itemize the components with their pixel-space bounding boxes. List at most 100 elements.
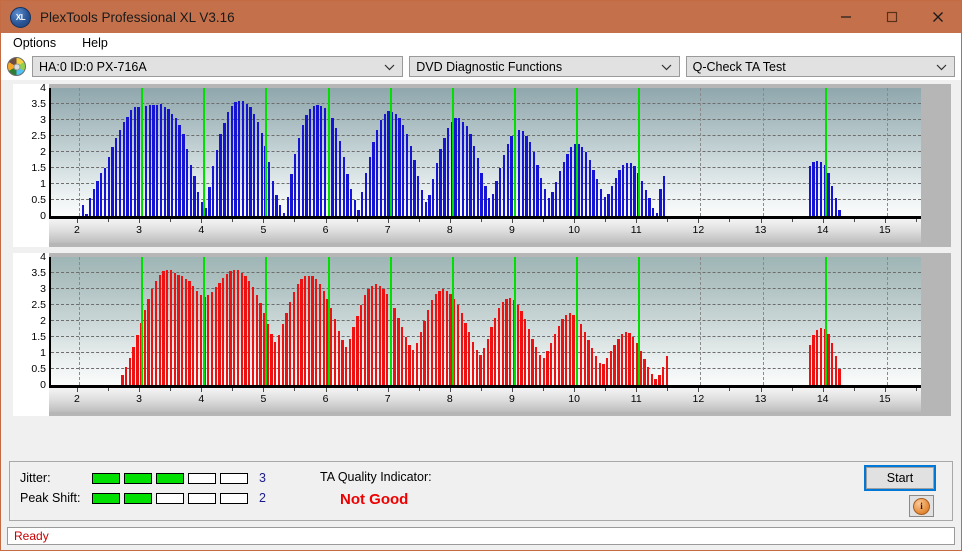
chart-bar (173, 273, 176, 385)
chart-bar (650, 373, 654, 385)
x-axis-tick-label: 9 (509, 393, 515, 405)
chart-bar (599, 188, 603, 216)
chart-bar (592, 169, 595, 216)
x-axis-tick (822, 388, 824, 392)
x-axis-tick (822, 219, 824, 223)
gridline-vertical (762, 257, 764, 385)
disc-icon (7, 57, 26, 76)
info-button[interactable]: i (909, 495, 934, 517)
chart-bar (233, 269, 236, 385)
maximize-icon[interactable] (869, 1, 915, 33)
chart-bar (256, 121, 260, 216)
chart-bar (816, 329, 819, 385)
close-icon[interactable] (915, 1, 961, 33)
y-axis-tick-label: 2.5 (31, 299, 46, 311)
chart-bar (443, 137, 446, 216)
x-axis-tick-label: 15 (878, 224, 891, 236)
chart-bar (562, 161, 565, 216)
x-axis-minor-tick (915, 388, 917, 391)
y-axis-tick-label: 2 (40, 315, 46, 327)
chart-bar (579, 324, 583, 385)
x-axis-tick (511, 219, 513, 223)
chart-bar (438, 290, 441, 385)
chart-bar (364, 172, 368, 216)
x-axis-tick-label: 11 (630, 393, 642, 405)
meter-segment (124, 492, 152, 504)
chart-bar (655, 212, 659, 216)
track-marker-line (513, 88, 516, 216)
y-axis-tick-label: 3 (40, 283, 46, 295)
meter-segment (188, 492, 216, 504)
menu-item-options[interactable]: Options (10, 35, 59, 51)
chart-bar (480, 172, 483, 216)
x-axis-tick-label: 7 (384, 224, 391, 236)
gridline-vertical (78, 257, 80, 385)
peak-shift-label: Peak Shift: (20, 491, 81, 505)
track-marker-line (203, 88, 206, 216)
chart-bar (166, 269, 169, 385)
jitter-meter: Jitter: 3 (20, 471, 266, 485)
track-marker-line (141, 257, 144, 385)
chart-bar (159, 104, 163, 216)
chart-bar (132, 346, 135, 385)
minimize-icon[interactable] (823, 1, 869, 33)
start-button[interactable]: Start (864, 465, 936, 491)
chart-bar (345, 346, 348, 385)
chevron-down-icon (384, 60, 395, 74)
chart-bar (445, 290, 448, 385)
chart-bar (471, 341, 475, 385)
x-axis-minor-tick (170, 219, 172, 222)
chart-bar (827, 172, 830, 216)
chart-bar (148, 104, 151, 216)
chart-bar (378, 285, 381, 385)
chart-bar (111, 147, 114, 216)
x-axis-tick (387, 388, 389, 392)
track-marker-line (265, 88, 268, 216)
chart-bar (154, 281, 158, 385)
chart-bar (566, 153, 569, 216)
chart-bar (353, 200, 357, 216)
x-axis-tick-label: 10 (568, 393, 580, 405)
menu-item-help[interactable]: Help (79, 35, 111, 51)
chart-bar (827, 333, 830, 385)
chart-bar (397, 317, 400, 385)
chart-bar (588, 160, 591, 216)
chart-bar (286, 196, 289, 216)
test-select[interactable]: Q-Check TA Test (685, 56, 955, 77)
chart-bar (143, 309, 146, 385)
drive-select[interactable]: HA:0 ID:0 PX-716A (32, 56, 404, 77)
chart-bar (441, 289, 445, 385)
chart-bar (185, 148, 189, 216)
track-marker-line (389, 88, 392, 216)
function-select[interactable]: DVD Diagnostic Functions (409, 56, 680, 77)
chart-right-strip (921, 253, 951, 388)
chart-bar (628, 333, 631, 385)
chart-bar (536, 164, 539, 216)
gridline-horizontal (51, 119, 921, 120)
chart-bar (596, 179, 599, 216)
chart-bar (199, 295, 202, 385)
chart-bar (520, 311, 523, 385)
chart-bar (617, 338, 620, 385)
y-axis-tick-label: 3.5 (31, 267, 46, 279)
x-axis-tick-label: 12 (692, 393, 705, 405)
x-axis-tick (139, 388, 141, 392)
track-marker-line (638, 257, 641, 385)
chart-bar (412, 349, 415, 385)
chart-bar (654, 378, 657, 385)
chart-bar (663, 176, 666, 216)
chart-bar (294, 153, 297, 216)
chart-bar (189, 164, 192, 216)
chart-bar (115, 137, 118, 216)
x-axis-tick (636, 388, 638, 392)
peak-shift-meter-boxes (92, 492, 248, 504)
y-axis-tick-label: 0 (40, 210, 46, 222)
chart-bar (546, 351, 549, 385)
chart-bar (568, 313, 572, 385)
chart-bar (502, 155, 506, 216)
chart-bar (136, 335, 139, 385)
x-axis-minor-tick (605, 219, 607, 222)
chart-bar (158, 274, 161, 385)
chart-bar (249, 107, 252, 216)
chart-bar (107, 156, 110, 216)
